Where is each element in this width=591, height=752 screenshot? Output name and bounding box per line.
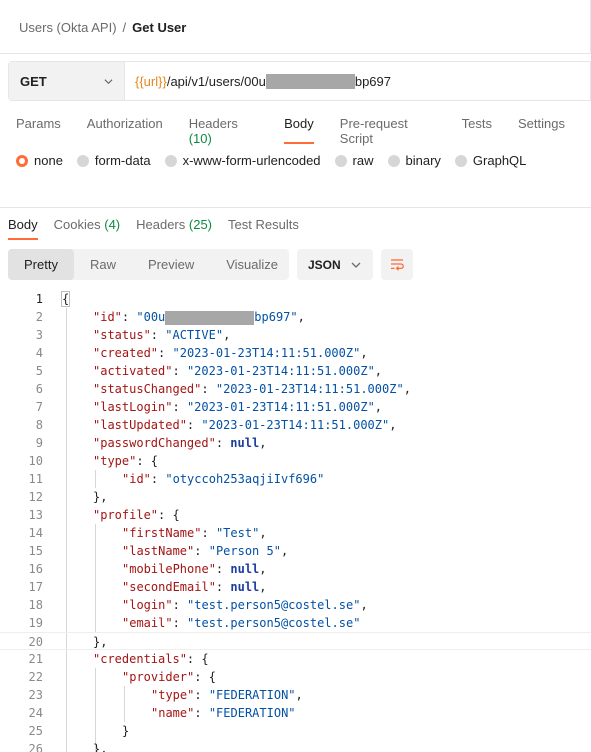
tab-response-body[interactable]: Body <box>8 217 38 243</box>
method-select[interactable]: GET <box>9 62 125 100</box>
breadcrumb-separator: / <box>122 20 127 35</box>
view-pretty[interactable]: Pretty <box>8 249 74 280</box>
code-line: 21 "credentials": { <box>28 652 209 666</box>
tab-pre-request-script[interactable]: Pre-request Script <box>340 116 436 146</box>
code-line: 26}, <box>28 742 108 752</box>
radio-icon <box>387 154 400 167</box>
tab-response-headers[interactable]: Headers (25) <box>136 217 212 243</box>
response-body-editor[interactable]: 1{ 2 "id": "00u bp697", 3 "status": "ACTIVE… <box>0 290 591 752</box>
breadcrumb: Users (Okta API) / Get User <box>19 20 186 35</box>
view-preview[interactable]: Preview <box>132 249 210 280</box>
code-line: 13 "profile": { <box>28 508 180 522</box>
response-tabs: Body Cookies (4) Headers (25) Test Resul… <box>8 217 315 243</box>
cookies-count: (4) <box>104 217 121 232</box>
code-line: 5 "activated": "2023-01-23T14:11:51.000Z"… <box>35 364 383 378</box>
code-line: 1{ <box>35 291 71 307</box>
wrap-lines-icon <box>391 258 404 271</box>
code-line: 4 "created": "2023-01-23T14:11:51.000Z", <box>35 346 368 360</box>
format-label: JSON <box>308 257 341 272</box>
response-headers-count: (25) <box>188 217 213 232</box>
code-line: 12}, <box>28 490 108 504</box>
request-header: Users (Okta API) / Get User <box>0 0 591 54</box>
code-line: 19 "email": "test.person5@costel.se" <box>28 616 361 630</box>
view-visualize[interactable]: Visualize <box>210 249 294 280</box>
code-line: 17 "secondEmail": null, <box>28 580 267 594</box>
radio-raw[interactable]: raw <box>334 153 374 168</box>
pane-divider[interactable] <box>0 207 591 208</box>
code-line: 14 "firstName": "Test", <box>28 526 267 540</box>
radio-binary[interactable]: binary <box>387 153 441 168</box>
tab-headers[interactable]: Headers (10) <box>189 116 258 146</box>
url-path: /api/v1/users/00u <box>166 73 266 89</box>
radio-icon <box>164 154 177 167</box>
code-line: 20}, <box>0 632 591 650</box>
radio-icon <box>334 154 347 167</box>
body-type-radios: none form-data x-www-form-urlencoded raw… <box>16 153 540 168</box>
radio-x-www-form-urlencoded[interactable]: x-www-form-urlencoded <box>164 153 321 168</box>
redacted-block <box>265 73 355 89</box>
code-line: 25} <box>28 724 130 738</box>
url-variable: {{url}} <box>135 73 167 89</box>
chevron-down-icon <box>104 78 113 84</box>
tab-authorization[interactable]: Authorization <box>87 116 163 146</box>
code-line: 18 "login": "test.person5@costel.se", <box>28 598 368 612</box>
method-label: GET <box>20 73 47 89</box>
radio-icon <box>454 154 467 167</box>
code-line: 23 "type": "FEDERATION", <box>28 688 303 702</box>
code-line: 16 "mobilePhone": null, <box>28 562 267 576</box>
radio-icon <box>76 154 89 167</box>
redacted-block <box>165 310 255 325</box>
tab-tests[interactable]: Tests <box>462 116 492 146</box>
headers-count: (10) <box>188 131 212 146</box>
code-line: 2 "id": "00u bp697", <box>35 310 305 325</box>
breadcrumb-collection[interactable]: Users (Okta API) <box>19 20 117 35</box>
code-line: 22 "provider": { <box>28 670 216 684</box>
url-input[interactable]: {{url}}/api/v1/users/00u bp697 <box>125 62 590 100</box>
request-tabs: Params Authorization Headers (10) Body P… <box>16 116 591 146</box>
tab-cookies[interactable]: Cookies (4) <box>54 217 120 243</box>
view-mode-toggle: Pretty Raw Preview Visualize <box>8 249 289 280</box>
tab-test-results[interactable]: Test Results <box>228 217 299 243</box>
code-line: 6 "statusChanged": "2023-01-23T14:11:51.0… <box>35 382 411 396</box>
tab-settings[interactable]: Settings <box>518 116 565 146</box>
tab-body[interactable]: Body <box>284 116 314 146</box>
code-line: 3 "status": "ACTIVE", <box>35 328 231 342</box>
radio-graphql[interactable]: GraphQL <box>454 153 526 168</box>
url-bar: GET {{url}}/api/v1/users/00u bp697 <box>8 61 591 101</box>
radio-none[interactable]: none <box>16 153 63 168</box>
view-raw[interactable]: Raw <box>74 249 132 280</box>
code-line: 7 "lastLogin": "2023-01-23T14:11:51.000Z"… <box>35 400 383 414</box>
wrap-lines-button[interactable] <box>381 249 413 280</box>
radio-form-data[interactable]: form-data <box>76 153 151 168</box>
code-line: 9 "passwordChanged": null, <box>35 436 267 450</box>
chevron-down-icon <box>351 262 361 268</box>
radio-selected-icon <box>16 154 28 167</box>
code-line: 15 "lastName": "Person 5", <box>28 544 289 558</box>
request-name[interactable]: Get User <box>132 20 186 35</box>
code-line: 11 "id": "otyccoh253aqjiIvf696" <box>28 472 325 486</box>
url-suffix: bp697 <box>354 73 391 89</box>
code-line: 8 "lastUpdated": "2023-01-23T14:11:51.000… <box>35 418 397 432</box>
code-line: 10 "type": { <box>28 454 159 468</box>
format-select[interactable]: JSON <box>297 249 373 280</box>
tab-params[interactable]: Params <box>16 116 61 146</box>
code-line: 24 "name": "FEDERATION" <box>28 706 296 720</box>
